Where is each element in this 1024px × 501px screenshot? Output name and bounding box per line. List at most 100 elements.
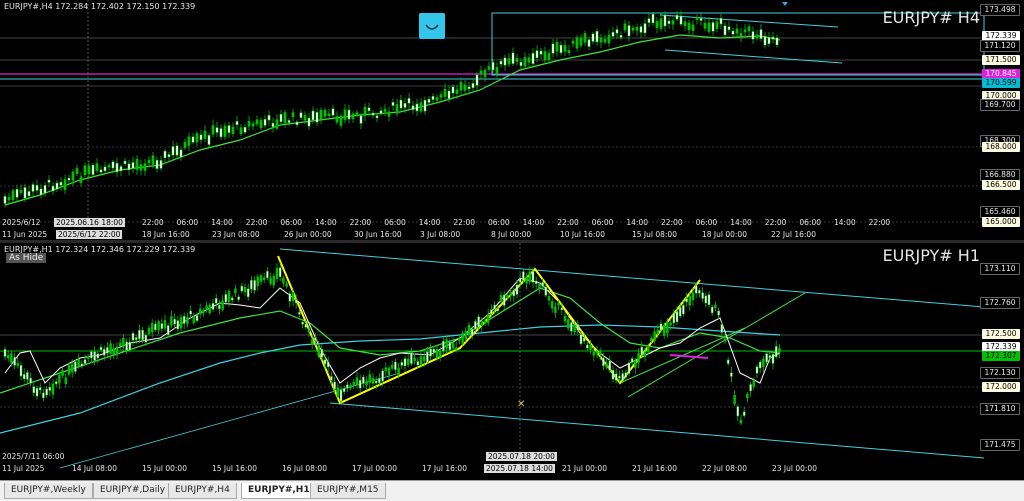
candle-body <box>285 283 288 287</box>
candle-body <box>198 308 202 315</box>
h4-chart-pane[interactable]: EURJPY#,H4 172.284 172.402 172.150 172.3… <box>0 0 1024 240</box>
trade-signal-icon[interactable] <box>419 13 445 39</box>
candle-body <box>522 271 525 281</box>
candle-body <box>474 321 477 330</box>
candle-body <box>119 166 123 172</box>
candle-body <box>267 115 271 121</box>
candle-body <box>467 324 471 335</box>
time-label: 22:00 <box>764 218 787 227</box>
candle-body <box>394 361 397 370</box>
candle-body <box>29 377 32 384</box>
candle-body <box>320 349 324 358</box>
candle-body <box>589 344 592 350</box>
candle-body <box>598 350 602 355</box>
candle-body <box>512 289 516 297</box>
candle-body <box>358 380 362 389</box>
candle-body <box>11 190 15 200</box>
candle-body <box>646 345 650 353</box>
candle-body <box>403 103 407 108</box>
candle-body <box>79 176 83 184</box>
h1-candles <box>3 262 781 426</box>
as-hide-button[interactable]: As Hide <box>6 253 47 263</box>
candle-body <box>595 31 599 43</box>
h1-chart-pane[interactable]: ✕ EURJPY#,H1 172.324 172.346 172.229 172… <box>0 243 1024 478</box>
candle-body <box>463 84 467 91</box>
chart-tab[interactable]: EURJPY#,M15 <box>310 483 386 499</box>
candle-body <box>739 419 743 424</box>
candle-body <box>47 179 51 183</box>
candle-body <box>195 315 199 321</box>
candle-body <box>439 94 443 98</box>
h4-chart-canvas[interactable] <box>0 0 1024 240</box>
candle-body <box>378 378 381 384</box>
candle-body <box>326 361 330 368</box>
candle-body <box>128 341 132 351</box>
candle-body <box>189 310 192 315</box>
candle-body <box>122 337 125 348</box>
candle-body <box>659 18 663 29</box>
candle-body <box>139 164 143 171</box>
candle-body <box>23 187 27 199</box>
candle-body <box>355 112 359 116</box>
candle-body <box>352 381 356 386</box>
candle-body <box>106 347 109 354</box>
candle-body <box>179 149 183 158</box>
candle-body <box>163 150 167 159</box>
candle-body <box>755 366 759 374</box>
candle-body <box>630 358 634 363</box>
candle-body <box>496 308 500 312</box>
candle-body <box>531 271 535 283</box>
price-label: 173.110 <box>980 263 1020 275</box>
candle-body <box>419 102 423 112</box>
candle-body <box>368 374 372 383</box>
candle-body <box>669 322 672 326</box>
candle-body <box>109 343 112 355</box>
candle-body <box>539 50 543 55</box>
candle-body <box>559 44 563 53</box>
candle-body <box>250 280 253 290</box>
chart-tab[interactable]: EURJPY#,H1 <box>241 483 317 499</box>
candle-body <box>573 324 576 333</box>
candle-body <box>45 388 48 396</box>
candle-body <box>455 89 459 94</box>
candle-body <box>547 296 551 301</box>
candle-body <box>447 90 451 99</box>
candle-body <box>16 362 20 366</box>
candle-body <box>115 346 119 355</box>
candle-body <box>355 377 359 386</box>
candle-body <box>35 185 39 191</box>
candle-body <box>555 41 559 52</box>
candle-body <box>186 316 189 325</box>
time-label: 26 Jun 00:00 <box>284 230 332 239</box>
candle-body <box>26 372 29 380</box>
candle-body <box>570 322 573 332</box>
candle-body <box>303 114 307 121</box>
candle-body <box>432 348 436 353</box>
candle-body <box>624 372 628 378</box>
candle-body <box>182 316 186 324</box>
time-label: 16 Jul 08:00 <box>282 464 327 473</box>
chart-tab[interactable]: EURJPY#,Weekly <box>4 483 93 499</box>
time-label: 14:00 <box>522 218 545 227</box>
candle-body <box>155 159 159 169</box>
candle-body <box>395 104 399 114</box>
chart-tab[interactable]: EURJPY#,H4 <box>168 483 237 499</box>
candle-body <box>479 70 483 75</box>
candle-body <box>566 319 570 329</box>
price-label: 168.000 <box>982 142 1020 152</box>
h1-chart-canvas[interactable]: ✕ <box>0 243 1024 478</box>
candle-body <box>579 334 583 345</box>
candle-body <box>656 329 660 334</box>
candle-body <box>333 381 336 390</box>
candle-body <box>695 17 699 20</box>
candle-body <box>231 126 235 134</box>
candle-body <box>304 323 308 328</box>
chart-tab[interactable]: EURJPY#,Daily <box>93 483 173 499</box>
candle-body <box>77 358 80 367</box>
candle-body <box>307 117 311 127</box>
time-label: 06:00 <box>488 218 510 227</box>
candle-body <box>240 285 244 292</box>
candle-body <box>735 28 739 34</box>
price-label: 169.700 <box>980 99 1020 111</box>
candle-body <box>499 295 503 302</box>
